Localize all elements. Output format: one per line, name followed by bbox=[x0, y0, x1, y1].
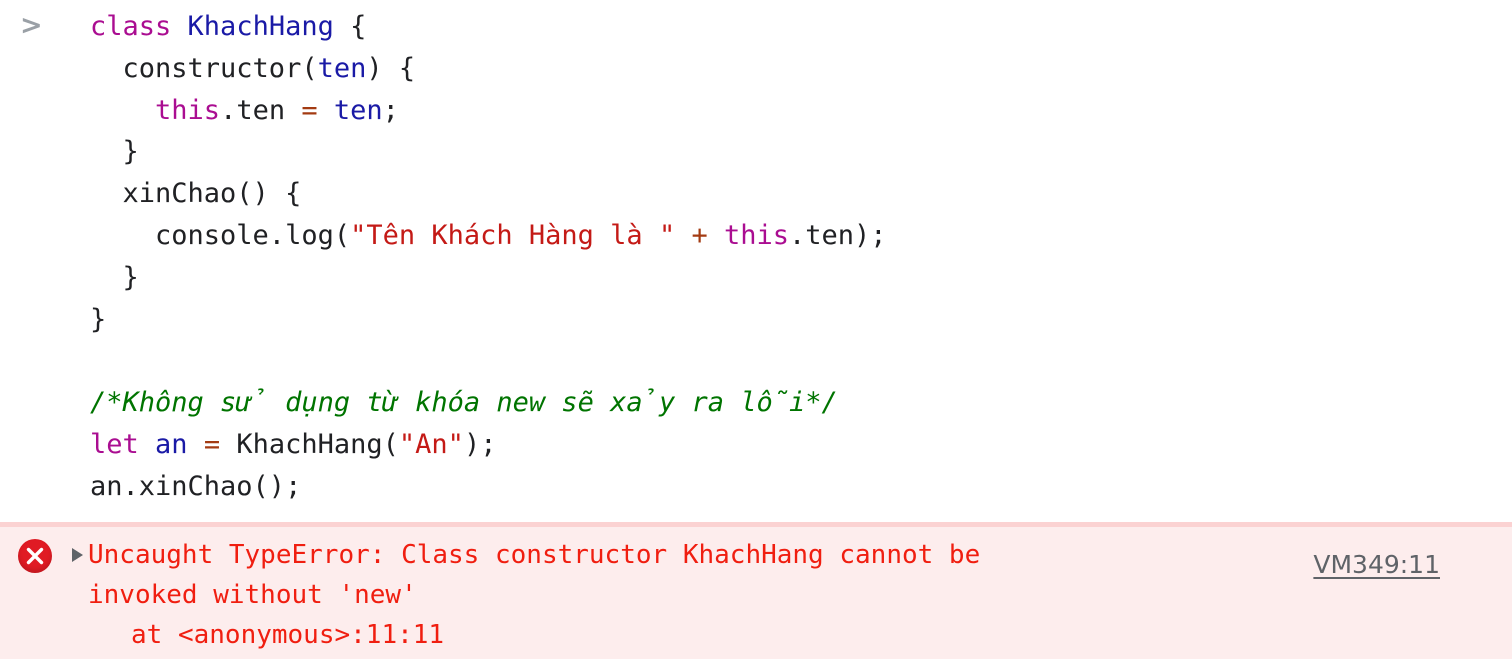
code-token: + bbox=[691, 219, 708, 251]
code-line: this.ten = ten; bbox=[90, 90, 1512, 132]
code-line: an.xinChao(); bbox=[90, 466, 1512, 508]
code-line: console.log("Tên Khách Hàng là " + this.… bbox=[90, 215, 1512, 257]
error-row[interactable]: Uncaught TypeError: Class constructor Kh… bbox=[0, 527, 1512, 655]
code-token: ten bbox=[317, 52, 367, 84]
error-source-link[interactable]: VM349:11 bbox=[1313, 551, 1440, 579]
error-circle-x-icon bbox=[18, 539, 52, 573]
code-token: "An" bbox=[398, 428, 464, 460]
source-code-block[interactable]: class KhachHang { constructor(ten) { thi… bbox=[0, 6, 1512, 508]
code-token: .ten); bbox=[789, 219, 887, 251]
devtools-console-panel: > class KhachHang { constructor(ten) { t… bbox=[0, 0, 1512, 659]
code-line: } bbox=[90, 299, 1512, 341]
code-token: an.xinChao(); bbox=[90, 470, 302, 502]
code-line: } bbox=[90, 131, 1512, 173]
error-message-text: Uncaught TypeError: Class constructor Kh… bbox=[0, 535, 1512, 655]
code-token: /*Không sử dụng từ khóa new sẽ xảy ra lỗ… bbox=[90, 387, 838, 419]
code-token: this bbox=[724, 219, 790, 251]
code-token: xinChao() { bbox=[90, 178, 302, 210]
code-line: /*Không sử dụng từ khóa new sẽ xảy ra lỗ… bbox=[90, 382, 1512, 424]
error-line: at <anonymous>:11:11 bbox=[131, 620, 445, 650]
code-token: KhachHang( bbox=[220, 428, 399, 460]
code-token: } bbox=[90, 303, 107, 335]
error-line: Uncaught TypeError: Class constructor Kh… bbox=[88, 540, 981, 570]
code-line: } bbox=[90, 257, 1512, 299]
code-line: constructor(ten) { bbox=[90, 48, 1512, 90]
code-token: = bbox=[301, 94, 318, 126]
console-error-message[interactable]: Uncaught TypeError: Class constructor Kh… bbox=[0, 522, 1512, 659]
code-token: class bbox=[90, 11, 188, 42]
code-token: .ten bbox=[220, 94, 302, 126]
code-token: ) { bbox=[366, 52, 416, 84]
code-token: an bbox=[155, 428, 188, 460]
code-token: let bbox=[90, 428, 139, 460]
code-token: KhachHang bbox=[187, 11, 334, 42]
code-token: ; bbox=[382, 94, 399, 126]
code-token: ); bbox=[463, 428, 497, 460]
code-token: "Tên Khách Hàng là " bbox=[350, 219, 676, 251]
code-token: { bbox=[333, 11, 367, 42]
code-token: = bbox=[203, 428, 221, 460]
code-token: } bbox=[90, 261, 139, 293]
code-line: class KhachHang { bbox=[90, 6, 1512, 48]
console-input-entry[interactable]: > class KhachHang { constructor(ten) { t… bbox=[0, 0, 1512, 508]
code-token: ten bbox=[333, 94, 383, 126]
error-line: invoked without 'new' bbox=[88, 580, 417, 610]
code-line: xinChao() { bbox=[90, 173, 1512, 215]
code-token: constructor( bbox=[90, 52, 318, 84]
expand-error-triangle-icon[interactable] bbox=[72, 548, 83, 562]
code-token: this bbox=[155, 94, 221, 126]
code-line: let an = KhachHang("An"); bbox=[90, 424, 1512, 466]
prompt-chevron-icon: > bbox=[20, 10, 43, 41]
code-token: console.log( bbox=[90, 219, 351, 251]
code-token: } bbox=[90, 136, 139, 168]
